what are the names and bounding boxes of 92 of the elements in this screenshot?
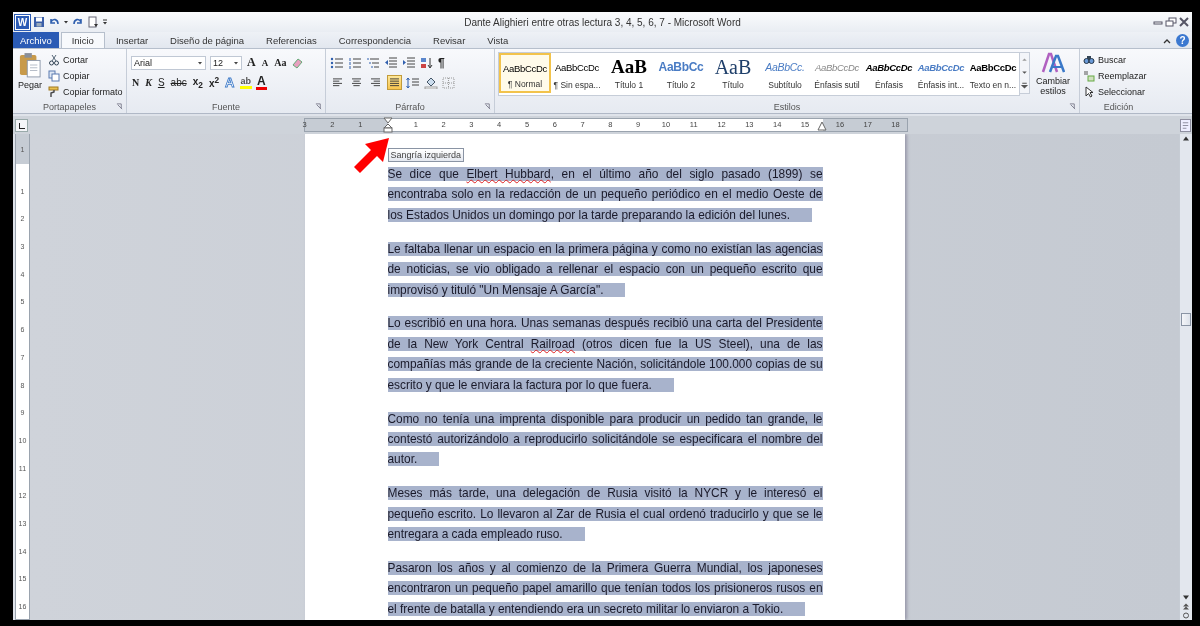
scroll-thumb[interactable]: [1181, 313, 1191, 326]
dialog-launcher-icon[interactable]: [315, 103, 322, 110]
show-marks-button[interactable]: ¶: [438, 55, 445, 70]
paste-button[interactable]: Pegar: [16, 52, 44, 90]
style-item[interactable]: AaB Título: [707, 53, 759, 93]
font-size-field[interactable]: 12: [210, 55, 242, 70]
cursor-icon: [1083, 85, 1095, 98]
style-item[interactable]: AaBbCc Título 2: [655, 53, 707, 93]
paragraph: Pasaron los años y al comienzo de la Primera Guerra Mundial, los japoneses encontraron un pequeño papel amarillo que tenían todos los prisioneros rusos en el frente de batalla y entendiendo era un secreto militar lo enviaron a Tokio.: [387, 560, 823, 618]
dropdown-caret-icon[interactable]: [233, 59, 239, 66]
style-item[interactable]: AaBbCcDc ¶ Sin espa...: [551, 53, 603, 93]
increase-indent-icon[interactable]: [402, 56, 416, 69]
restore-icon[interactable]: [1165, 17, 1177, 27]
style-item[interactable]: AaBbCcDc ¶ Normal: [499, 53, 551, 93]
font-format-button[interactable]: abc: [169, 77, 188, 88]
binoculars-icon: [1083, 53, 1095, 66]
numbered-list-icon[interactable]: [348, 56, 362, 69]
ribbon-tab[interactable]: Referencias: [255, 32, 328, 48]
help-button[interactable]: ?: [1176, 34, 1189, 47]
style-item[interactable]: AaBbCcDc Énfasis sutil: [811, 53, 863, 93]
customize-menu-icon[interactable]: [102, 18, 108, 26]
font-format-button[interactable]: N: [131, 77, 141, 88]
ribbon-tab[interactable]: Insertar: [104, 32, 160, 48]
editing-button[interactable]: Reemplazar: [1083, 68, 1147, 83]
dialog-launcher-icon[interactable]: [116, 103, 123, 110]
copy-icon: [48, 69, 60, 82]
paragraph: Meses más tarde, una delegación de Rusia visitó la NYCR y le interesó el pequeño escrito. Lo llevaron al Zar de Rusia el cual ordenó traducirlo y que se le entregara a cada empleado ruso.: [387, 485, 823, 544]
font-button[interactable]: Aa: [273, 57, 288, 68]
ribbon-tab[interactable]: Archivo: [13, 32, 59, 48]
clipboard-button[interactable]: Copiar formato: [48, 84, 123, 99]
window-title: Dante Alighieri entre otras lectura 3, 4, 5, 6, 7 - Microsoft Word: [463, 16, 742, 28]
paintbrush-icon: [48, 85, 60, 98]
close-icon[interactable]: [1178, 17, 1190, 27]
word-logo: W: [15, 14, 30, 30]
paint-bucket-icon[interactable]: [424, 76, 438, 89]
paragraph: Lo escribió en una hora. Unas semanas después recibió una carta del Presidente de la New York Central Railroad (otros dicen fue la US Steel), una de las compañías más grande de la creciente Nación, solicitándole 100.000 copias de su escrito y que le enviara la factura por lo que fuera.: [387, 315, 823, 394]
paragraph: Le faltaba llenar un espacio en la primera página y como no existían las agencias de noticias, se vio obligado a rellenar el espacio con un pequeño escrito que improvisó y tituló "Un Mensaje A García".: [387, 240, 823, 299]
ribbon-tab[interactable]: Correspondencia: [327, 32, 423, 48]
dialog-launcher-icon[interactable]: [484, 103, 491, 110]
font-format-button[interactable]: K: [144, 77, 153, 88]
dropdown-caret-icon[interactable]: [63, 18, 69, 26]
ribbon-tab[interactable]: Diseño de página: [159, 32, 256, 48]
indent-marker-icon[interactable]: [383, 117, 393, 133]
clipboard-button[interactable]: Copiar: [48, 68, 123, 83]
ribbon-tab[interactable]: Inicio: [60, 32, 105, 48]
font-button[interactable]: A: [246, 55, 257, 70]
font-name-field[interactable]: Arial: [131, 55, 206, 70]
ribbon-tab[interactable]: Revisar: [422, 32, 477, 48]
style-item[interactable]: AaBbCc. Subtítulo: [759, 53, 811, 93]
right-indent-marker-icon[interactable]: [817, 121, 827, 131]
group-label: Portapapeles: [42, 101, 96, 112]
font-format-button[interactable]: x$^{2}$: [207, 75, 221, 90]
font-format-button[interactable]: A: [256, 75, 267, 90]
vertical-scrollbar[interactable]: [1179, 134, 1192, 620]
ribbon-tab[interactable]: Vista: [476, 32, 520, 48]
sort-icon[interactable]: [420, 56, 434, 69]
scroll-down-icon[interactable]: [1181, 593, 1191, 602]
line-spacing-icon[interactable]: [406, 76, 420, 89]
alignment-button[interactable]: [387, 75, 402, 90]
save-icon[interactable]: [33, 16, 45, 28]
paragraph: Se dice que Elbert Hubbard, en el último año del siglo pasado (1899) se encontraba solo en la redacción de un pequeño periódico en el medio Oeste de los Estados Unidos un domingo por la tarde preparando la edición del lunes.: [387, 166, 823, 224]
browse-object-icon[interactable]: [1181, 611, 1191, 620]
group-label: Párrafo: [395, 101, 425, 112]
dropdown-caret-icon[interactable]: [197, 59, 203, 66]
tab-selector-icon[interactable]: [15, 118, 28, 132]
replace-icon: [1083, 69, 1095, 82]
tooltip: Sangría izquierda: [387, 148, 465, 162]
clipboard-icon: [19, 52, 41, 78]
font-format-button[interactable]: ab: [239, 76, 252, 89]
style-item[interactable]: AaB Título 1: [603, 53, 655, 93]
style-item[interactable]: AaBbCcDc Énfasis int...: [915, 53, 967, 93]
editing-button[interactable]: Seleccionar: [1083, 84, 1146, 99]
multilevel-list-icon[interactable]: [366, 56, 380, 69]
clipboard-button[interactable]: Cortar: [48, 52, 123, 67]
dialog-launcher-icon[interactable]: [1069, 103, 1076, 110]
styles-letters-icon: [1041, 52, 1065, 74]
change-styles-button[interactable]: Cambiar estilos: [1034, 52, 1072, 96]
scissors-icon: [48, 53, 60, 66]
group-label: Edición: [1103, 101, 1134, 112]
previous-page-icon[interactable]: [1181, 602, 1191, 611]
group-label: Estilos: [773, 101, 801, 112]
style-item[interactable]: AaBbCcDc Texto en n...: [967, 53, 1019, 93]
font-format-button[interactable]: S: [156, 77, 166, 88]
style-item[interactable]: AaBbCcDc Énfasis: [863, 53, 915, 93]
font-button[interactable]: A: [260, 57, 270, 68]
bullet-list-icon[interactable]: [330, 56, 344, 69]
paragraph: Como no tenía una imprenta disponible para producir un pedido tan grande, le contestó autorizándolo a reproducirlo solicitándole se especificara el nombre del autor.: [387, 410, 823, 469]
decrease-indent-icon[interactable]: [384, 56, 398, 69]
document-icon[interactable]: [87, 16, 99, 28]
editing-button[interactable]: Buscar: [1083, 52, 1126, 67]
font-format-button[interactable]: x$_{2}$: [191, 75, 204, 90]
group-label: Fuente: [212, 101, 240, 112]
